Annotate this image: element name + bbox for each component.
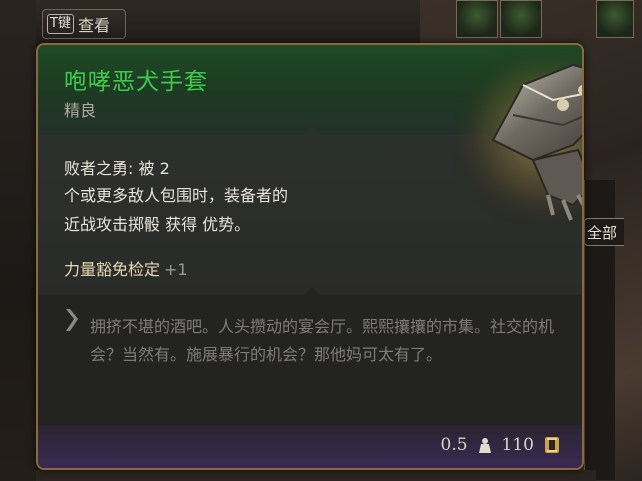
gold-coin-icon [545,437,559,453]
item-stats: 0.5 110 [441,435,561,455]
inventory-slot[interactable] [456,0,498,38]
divider-notch [304,127,320,135]
flavor-text: 拥挤不堪的酒吧。人头攒动的宴会厅。熙熙攘攘的市集。社交的机会？当然有。施展暴行的… [90,317,555,364]
weight-value: 0.5 [440,435,468,455]
divider-notch [304,287,320,295]
item-tooltip: 咆哮恶犬手套 精良 败者之勇: 被 2 个或更多敌人包围时，装备者的 近战攻击掷… [36,43,584,470]
inventory-slot[interactable] [596,0,634,38]
gold-value: 110 [501,435,534,455]
background-bottom [36,470,596,481]
quote-icon [66,309,78,331]
view-button[interactable]: T键 查看 [42,9,126,39]
passive-description: 个或更多敌人包围时，装备者的 [64,186,289,205]
keybind-badge: T键 [47,14,74,34]
item-rarity: 精良 [64,101,97,120]
passive-description: 近战攻击掷骰 获得 优势。 [64,215,251,234]
filter-all-button[interactable]: 全部 [584,218,624,246]
saving-throw-value: +1 [164,260,188,279]
saving-throw-bonus: 力量豁免检定 +1 [64,256,188,280]
passive-title: 败者之勇: 被 2 [64,159,170,178]
inventory-slot[interactable] [500,0,542,38]
saving-throw-label: 力量豁免检定 [64,260,161,279]
background-left [0,0,36,481]
item-name: 咆哮恶犬手套 [64,69,208,95]
weight-icon [478,438,491,453]
gauntlet-icon [453,45,582,225]
view-label: 查看 [77,16,110,35]
